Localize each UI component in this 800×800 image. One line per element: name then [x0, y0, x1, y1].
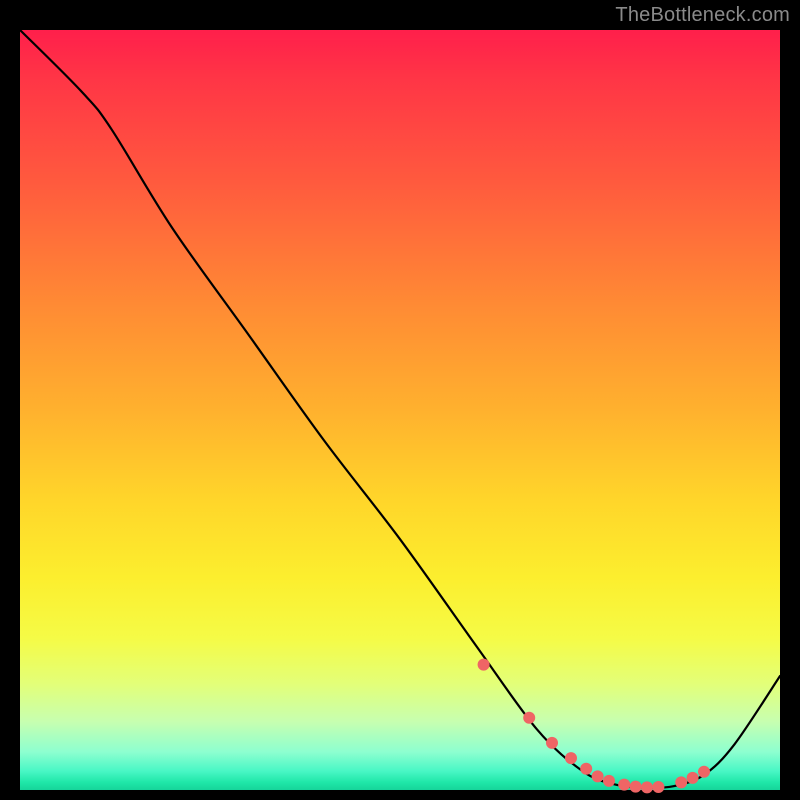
marker-dot: [603, 775, 615, 787]
marker-group: [478, 659, 710, 794]
marker-dot: [523, 712, 535, 724]
marker-dot: [630, 781, 642, 793]
marker-dot: [641, 781, 653, 793]
marker-dot: [565, 752, 577, 764]
watermark-text: TheBottleneck.com: [615, 4, 790, 27]
marker-dot: [478, 659, 490, 671]
marker-dot: [698, 766, 710, 778]
marker-dot: [652, 781, 664, 793]
chart-container: TheBottleneck.com: [0, 0, 800, 800]
curve-overlay: [20, 30, 780, 790]
marker-dot: [675, 776, 687, 788]
bottleneck-curve: [20, 30, 780, 788]
marker-dot: [687, 772, 699, 784]
marker-dot: [592, 770, 604, 782]
gradient-plot-area: [20, 30, 780, 790]
marker-dot: [618, 779, 630, 791]
marker-dot: [580, 763, 592, 775]
marker-dot: [546, 737, 558, 749]
